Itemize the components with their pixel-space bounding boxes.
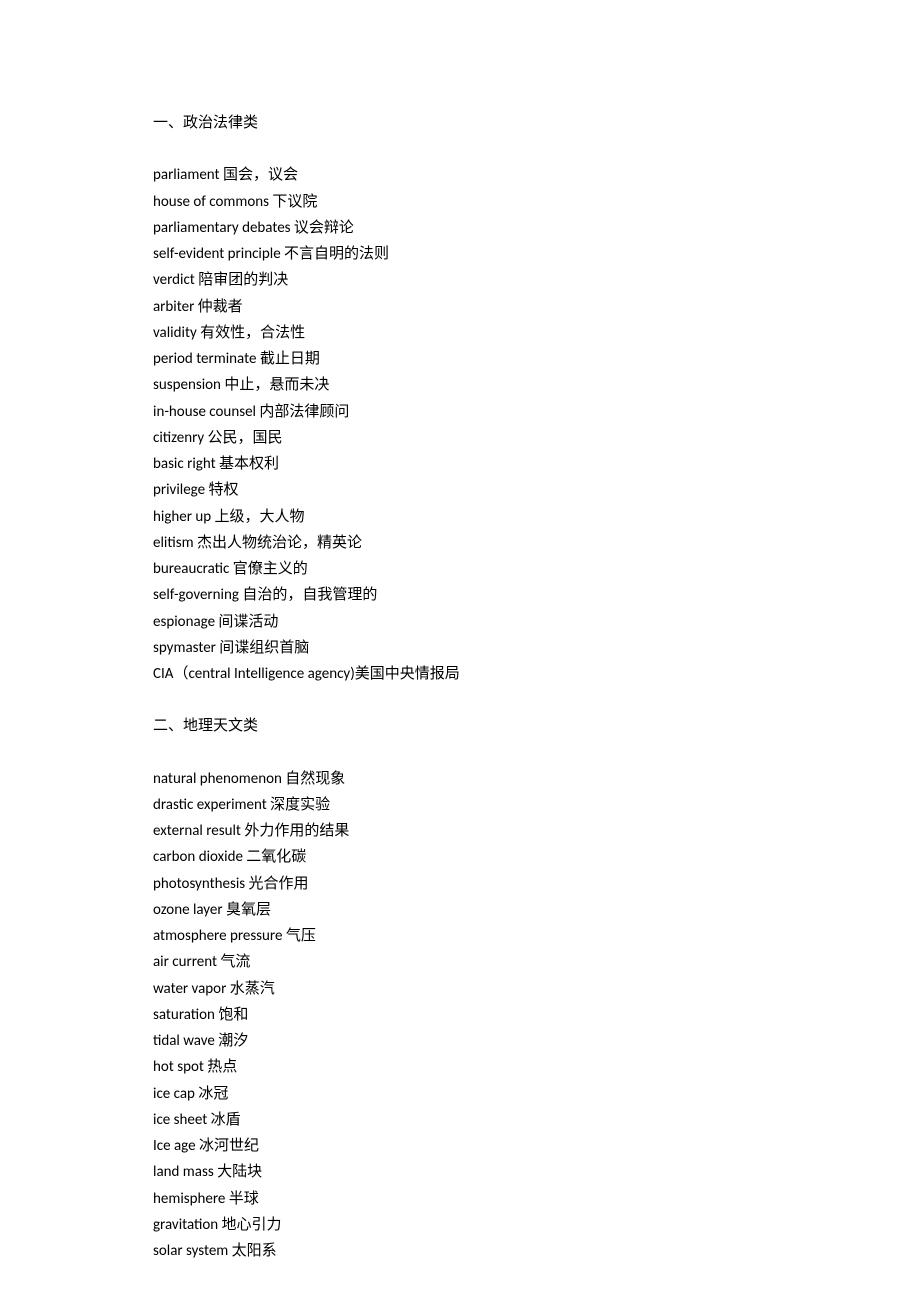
vocab-entry: self-evident principle 不言自明的法则: [153, 241, 920, 267]
entry-text: external result 外力作用的结果: [153, 822, 349, 840]
entry-text: verdict 陪审团的判决: [153, 271, 288, 289]
vocab-entry: hot spot 热点: [153, 1054, 920, 1080]
entry-text: natural phenomenon 自然现象: [153, 770, 345, 788]
entry-text: validity 有效性，合法性: [153, 324, 305, 342]
section-heading-2: 二、地理天文类: [153, 713, 920, 739]
entry-text: house of commons 下议院: [153, 193, 317, 211]
vocab-entry: house of commons 下议院: [153, 189, 920, 215]
vocab-entry: spymaster 间谍组织首脑: [153, 635, 920, 661]
entry-text: carbon dioxide 二氧化碳: [153, 848, 306, 866]
vocab-entry: gravitation 地心引力: [153, 1212, 920, 1238]
vocab-entry: espionage 间谍活动: [153, 609, 920, 635]
vocab-entry: saturation 饱和: [153, 1002, 920, 1028]
entry-text: gravitation 地心引力: [153, 1216, 282, 1234]
vocab-entry: ice cap 冰冠: [153, 1081, 920, 1107]
entry-text: privilege 特权: [153, 481, 238, 499]
vocab-entry: privilege 特权: [153, 477, 920, 503]
entry-text: parliamentary debates 议会辩论: [153, 219, 354, 237]
vocab-entry: arbiter 仲裁者: [153, 294, 920, 320]
entry-text: photosynthesis 光合作用: [153, 875, 309, 893]
vocab-entry: parliament 国会，议会: [153, 162, 920, 188]
entry-text: spymaster 间谍组织首脑: [153, 639, 309, 657]
entry-text: arbiter 仲裁者: [153, 298, 243, 316]
entry-text: solar system 太阳系: [153, 1242, 277, 1260]
vocab-entry: ozone layer 臭氧层: [153, 897, 920, 923]
vocab-entry: water vapor 水蒸汽: [153, 976, 920, 1002]
vocab-entry: solar system 太阳系: [153, 1238, 920, 1264]
vocab-entry: suspension 中止，悬而未决: [153, 372, 920, 398]
vocab-entry: period terminate 截止日期: [153, 346, 920, 372]
vocab-entry: air current 气流: [153, 949, 920, 975]
entry-text: land mass 大陆块: [153, 1163, 262, 1181]
entry-text: tidal wave 潮汐: [153, 1032, 248, 1050]
entry-text: espionage 间谍活动: [153, 613, 278, 631]
vocab-entry: atmosphere pressure 气压: [153, 923, 920, 949]
vocab-entry: in-house counsel 内部法律顾问: [153, 399, 920, 425]
vocab-entry: basic right 基本权利: [153, 451, 920, 477]
entry-text: Ice age 冰河世纪: [153, 1137, 259, 1155]
entry-text: in-house counsel 内部法律顾问: [153, 403, 349, 421]
entry-text: citizenry 公民，国民: [153, 429, 283, 447]
vocab-entry: higher up 上级，大人物: [153, 504, 920, 530]
vocab-entry: land mass 大陆块: [153, 1159, 920, 1185]
document-page: 一、政治法律类 parliament 国会，议会 house of common…: [0, 0, 920, 1302]
vocab-entry: validity 有效性，合法性: [153, 320, 920, 346]
entry-text: ozone layer 臭氧层: [153, 901, 271, 919]
entry-text: hot spot 热点: [153, 1058, 237, 1076]
vocab-entry: verdict 陪审团的判决: [153, 267, 920, 293]
entry-text: higher up 上级，大人物: [153, 508, 305, 526]
vocab-entry: parliamentary debates 议会辩论: [153, 215, 920, 241]
vocab-entry: carbon dioxide 二氧化碳: [153, 844, 920, 870]
vocab-entry: self-governing 自治的，自我管理的: [153, 582, 920, 608]
entry-text: water vapor 水蒸汽: [153, 980, 275, 998]
entry-text: period terminate 截止日期: [153, 350, 320, 368]
entry-text: elitism 杰出人物统治论，精英论: [153, 534, 362, 552]
vocab-entry: hemisphere 半球: [153, 1186, 920, 1212]
entry-text: parliament 国会，议会: [153, 166, 298, 184]
entry-text: bureaucratic 官僚主义的: [153, 560, 308, 578]
vocab-entry: natural phenomenon 自然现象: [153, 766, 920, 792]
vocab-entry: drastic experiment 深度实验: [153, 792, 920, 818]
section-heading-text: 二、地理天文类: [153, 717, 258, 735]
vocab-entry: citizenry 公民，国民: [153, 425, 920, 451]
vocab-entry: bureaucratic 官僚主义的: [153, 556, 920, 582]
section-heading-1: 一、政治法律类: [153, 110, 920, 136]
entry-text: self-governing 自治的，自我管理的: [153, 586, 377, 604]
entry-text: self-evident principle 不言自明的法则: [153, 245, 389, 263]
section-block-1: parliament 国会，议会 house of commons 下议院 pa…: [153, 162, 920, 687]
vocab-entry: Ice age 冰河世纪: [153, 1133, 920, 1159]
vocab-entry: elitism 杰出人物统治论，精英论: [153, 530, 920, 556]
section-heading-text: 一、政治法律类: [153, 114, 258, 132]
entry-text: hemisphere 半球: [153, 1190, 259, 1208]
entry-text: suspension 中止，悬而未决: [153, 376, 329, 394]
section-block-2: natural phenomenon 自然现象 drastic experime…: [153, 766, 920, 1265]
vocab-entry: ice sheet 冰盾: [153, 1107, 920, 1133]
entry-text: ice cap 冰冠: [153, 1085, 228, 1103]
entry-text: atmosphere pressure 气压: [153, 927, 316, 945]
entry-text: drastic experiment 深度实验: [153, 796, 330, 814]
entry-text: basic right 基本权利: [153, 455, 279, 473]
vocab-entry: photosynthesis 光合作用: [153, 871, 920, 897]
vocab-entry: CIA（central Intelligence agency)美国中央情报局: [153, 661, 920, 687]
entry-text: ice sheet 冰盾: [153, 1111, 241, 1129]
entry-text: CIA（central Intelligence agency)美国中央情报局: [153, 665, 460, 683]
entry-text: saturation 饱和: [153, 1006, 248, 1024]
vocab-entry: tidal wave 潮汐: [153, 1028, 920, 1054]
entry-text: air current 气流: [153, 953, 250, 971]
vocab-entry: external result 外力作用的结果: [153, 818, 920, 844]
